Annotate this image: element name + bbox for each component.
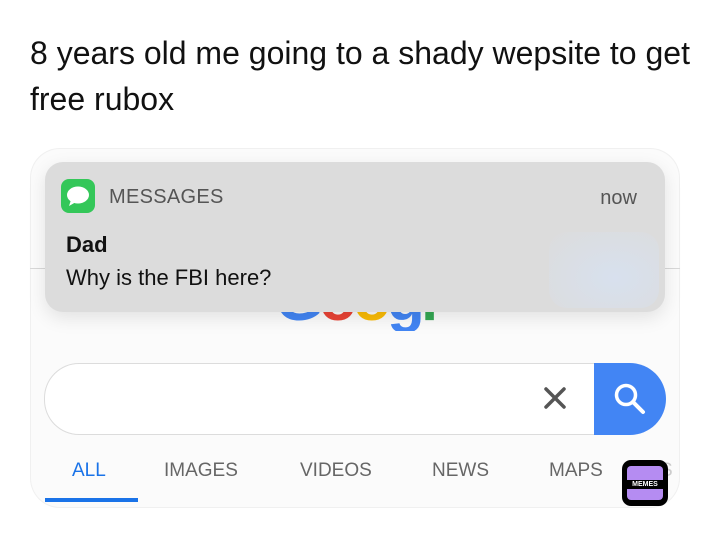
memes-logo-label: MEMES (627, 480, 663, 489)
search-button[interactable] (594, 363, 666, 435)
tab-images[interactable]: IMAGES (164, 460, 238, 482)
notification-app-name: MESSAGES (109, 186, 224, 208)
notification-highlight (549, 232, 659, 308)
search-icon (614, 383, 645, 414)
active-tab-indicator (45, 498, 138, 502)
tab-news[interactable]: NEWS (432, 460, 489, 482)
tab-videos[interactable]: VIDEOS (300, 460, 372, 482)
meme-caption: 8 years old me going to a shady wepsite … (30, 35, 690, 117)
close-icon[interactable] (541, 383, 569, 413)
search-input[interactable] (44, 363, 595, 435)
messages-icon (61, 179, 95, 213)
message-notification[interactable]: MESSAGES now Dad Why is the FBI here? (45, 162, 665, 312)
notification-time: now (600, 187, 637, 209)
tab-all[interactable]: ALL (72, 460, 106, 482)
memes-app-icon: MEMES (622, 460, 668, 506)
notification-sender: Dad (66, 232, 108, 257)
tab-maps[interactable]: MAPS (549, 460, 603, 482)
notification-message: Why is the FBI here? (66, 265, 272, 290)
